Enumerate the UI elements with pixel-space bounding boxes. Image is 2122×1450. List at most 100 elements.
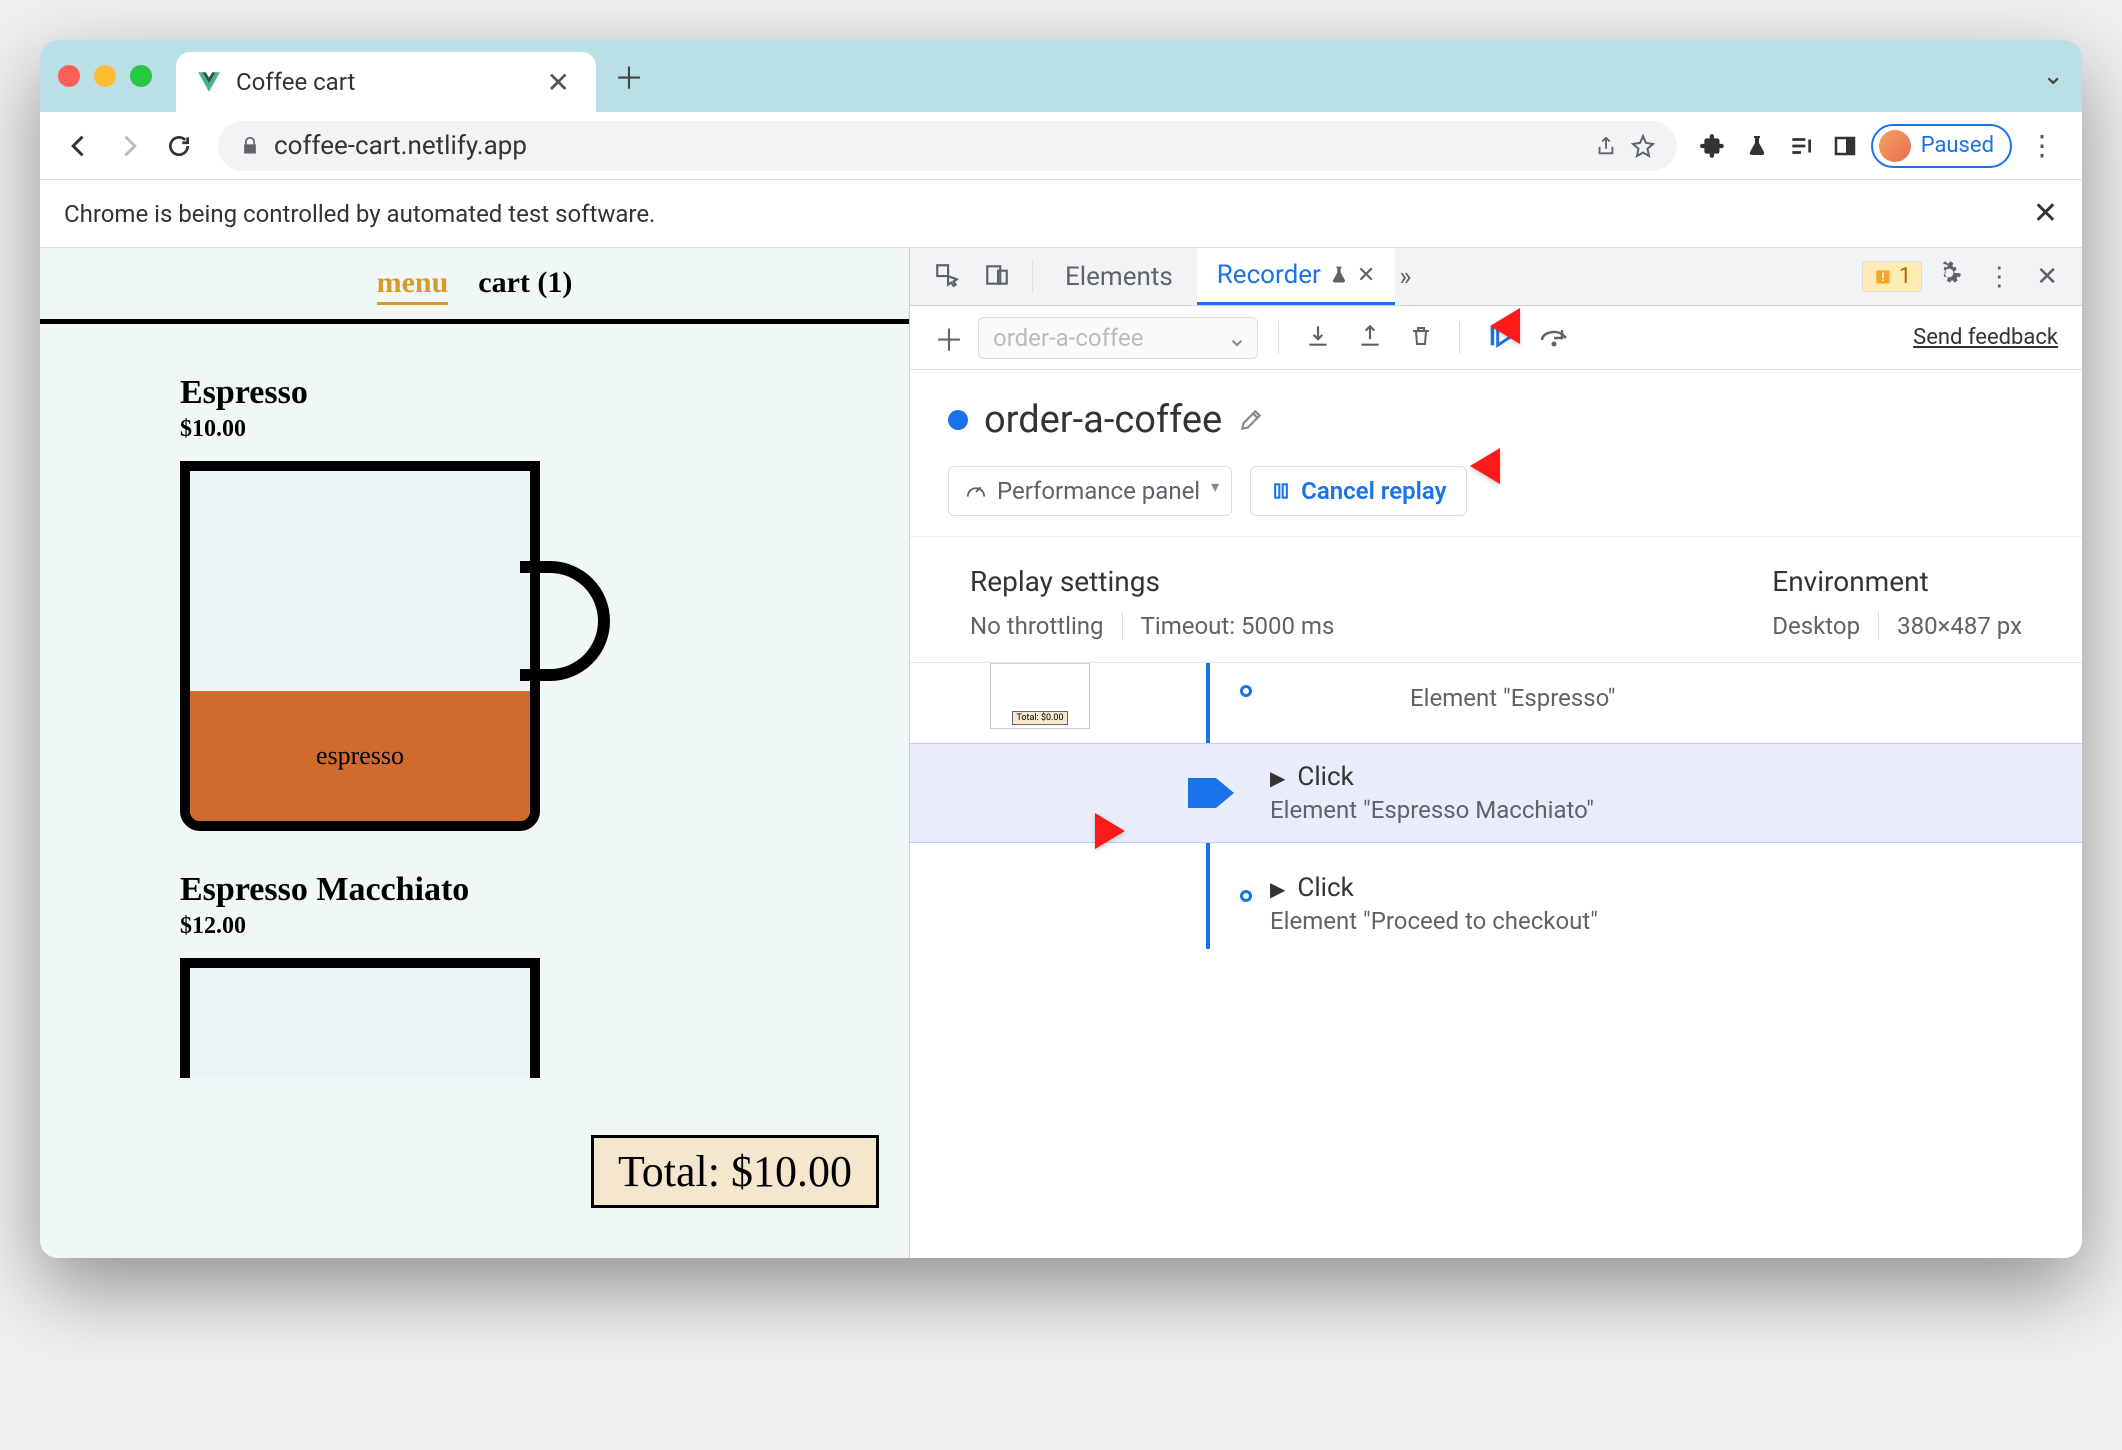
nav-menu[interactable]: menu: [377, 266, 449, 305]
browser-menu-button[interactable]: ⋮: [2020, 129, 2064, 162]
tab-overflow-button[interactable]: ⌄: [2042, 61, 2064, 91]
edit-icon[interactable]: [1238, 407, 1264, 433]
new-tab-button[interactable]: ＋: [614, 54, 644, 98]
infobar-close-icon[interactable]: ✕: [2033, 196, 2058, 231]
step-element: Element "Proceed to checkout": [1270, 907, 1598, 935]
window-minimize-button[interactable]: [94, 65, 116, 87]
step-marker: [1240, 890, 1252, 902]
flask-icon: [1329, 265, 1349, 285]
recording-steps: Total: $0.00 Element "Espresso" ▶ Click E…: [910, 663, 2082, 949]
vue-icon: [196, 69, 222, 95]
step-action: Click: [1297, 873, 1353, 903]
side-panel-icon[interactable]: [1827, 128, 1863, 164]
performance-panel-button[interactable]: Performance panel: [948, 466, 1217, 516]
pause-icon: [1271, 481, 1291, 501]
tab-close-icon[interactable]: ✕: [1357, 263, 1375, 288]
step-marker: [1240, 685, 1252, 697]
tab-recorder[interactable]: Recorder ✕: [1197, 248, 1396, 305]
page-viewport: menu cart (1) Espresso $10.00 espresso E…: [40, 248, 910, 1258]
product-name: Espresso: [180, 374, 909, 412]
recording-header: order-a-coffee Performance panel ▾ Cance…: [910, 370, 2082, 536]
svg-text:!: !: [1881, 270, 1884, 284]
browser-tab[interactable]: Coffee cart ✕: [176, 52, 596, 112]
browser-window: Coffee cart ✕ ＋ ⌄ coffee-cart.netlify.ap…: [40, 40, 2082, 1258]
reading-list-icon[interactable]: [1783, 128, 1819, 164]
import-icon[interactable]: [1351, 323, 1389, 353]
send-feedback-link[interactable]: Send feedback: [1913, 325, 2058, 350]
replay-button[interactable]: [1480, 322, 1520, 354]
lock-icon: [240, 136, 260, 156]
product-price: $12.00: [180, 913, 909, 940]
avatar: [1879, 130, 1911, 162]
coffee-cup-espresso[interactable]: espresso: [180, 461, 600, 841]
coffee-cup-macchiato[interactable]: [180, 958, 600, 1078]
delete-icon[interactable]: [1403, 324, 1439, 352]
expand-icon[interactable]: ▶: [1270, 766, 1285, 790]
expand-icon[interactable]: ▶: [1270, 877, 1285, 901]
forward-button[interactable]: [108, 125, 150, 167]
product-name: Espresso Macchiato: [180, 871, 909, 909]
new-recording-button[interactable]: ＋: [934, 316, 964, 360]
device-value[interactable]: Desktop: [1772, 612, 1860, 640]
share-icon[interactable]: [1595, 135, 1617, 157]
warning-icon: !: [1873, 267, 1893, 287]
recording-title: order-a-coffee: [984, 398, 1222, 442]
automation-infobar: Chrome is being controlled by automated …: [40, 180, 2082, 248]
performance-dropdown[interactable]: ▾: [1199, 466, 1232, 516]
viewport-value[interactable]: 380×487 px: [1878, 612, 2022, 640]
url-text: coffee-cart.netlify.app: [274, 131, 1581, 161]
tab-elements[interactable]: Elements: [1045, 248, 1193, 305]
traffic-lights: [58, 65, 152, 87]
gear-icon[interactable]: [1926, 260, 1972, 293]
step-thumbnail: Total: $0.00: [990, 663, 1090, 729]
recording-settings: Replay settings No throttling Timeout: 5…: [910, 536, 2082, 663]
environment-heading: Environment: [1772, 565, 2022, 598]
omnibox[interactable]: coffee-cart.netlify.app: [218, 121, 1677, 171]
extensions-icon[interactable]: [1695, 128, 1731, 164]
export-icon[interactable]: [1299, 323, 1337, 353]
device-toolbar-icon[interactable]: [974, 262, 1020, 292]
devtools-menu-icon[interactable]: ⋮: [1976, 262, 2022, 292]
inspect-element-icon[interactable]: [924, 262, 970, 292]
recording-status-dot: [948, 410, 968, 430]
bookmark-star-icon[interactable]: [1631, 134, 1655, 158]
profile-status: Paused: [1921, 133, 1994, 158]
total-badge[interactable]: Total: $10.00: [591, 1135, 879, 1208]
more-tabs-icon[interactable]: »: [1399, 262, 1411, 292]
devtools-tabs: Elements Recorder ✕ » ! 1 ⋮ ✕: [910, 248, 2082, 306]
reload-button[interactable]: [158, 125, 200, 167]
window-close-button[interactable]: [58, 65, 80, 87]
cup-fill-label: espresso: [190, 691, 530, 821]
recorder-toolbar: ＋ order-a-coffee Send feedback: [910, 306, 2082, 370]
tab-title: Coffee cart: [236, 68, 527, 96]
window-maximize-button[interactable]: [130, 65, 152, 87]
throttling-value[interactable]: No throttling: [970, 612, 1104, 640]
step-over-icon[interactable]: [1534, 323, 1576, 353]
content-split: menu cart (1) Espresso $10.00 espresso E…: [40, 248, 2082, 1258]
step-action: Click: [1297, 762, 1353, 792]
replay-settings-heading: Replay settings: [970, 565, 1334, 598]
issues-badge[interactable]: ! 1: [1862, 261, 1922, 292]
timeout-value[interactable]: Timeout: 5000 ms: [1122, 612, 1335, 640]
step-row[interactable]: Total: $0.00 Element "Espresso": [950, 663, 2082, 743]
back-button[interactable]: [58, 125, 100, 167]
recording-selector[interactable]: order-a-coffee: [978, 317, 1258, 359]
profile-button[interactable]: Paused: [1871, 124, 2012, 168]
product-price: $10.00: [180, 416, 909, 443]
tab-close-icon[interactable]: ✕: [541, 66, 576, 99]
gauge-icon: [965, 480, 987, 502]
step-element: Element "Espresso Macchiato": [1270, 796, 1594, 824]
titlebar: Coffee cart ✕ ＋ ⌄: [40, 40, 2082, 112]
step-row-active[interactable]: ▶ Click Element "Espresso Macchiato": [910, 743, 2082, 843]
devtools-close-icon[interactable]: ✕: [2026, 262, 2068, 292]
site-nav: menu cart (1): [40, 248, 909, 324]
product-espresso: Espresso $10.00 espresso: [40, 324, 909, 841]
cancel-replay-button[interactable]: Cancel replay: [1250, 466, 1467, 516]
step-element: Element "Espresso": [1410, 684, 1615, 712]
flask-icon[interactable]: [1739, 128, 1775, 164]
product-macchiato: Espresso Macchiato $12.00: [40, 841, 909, 1078]
nav-cart[interactable]: cart (1): [478, 266, 572, 305]
step-row[interactable]: ▶ Click Element "Proceed to checkout": [950, 843, 2082, 949]
infobar-message: Chrome is being controlled by automated …: [64, 200, 655, 228]
devtools-panel: Elements Recorder ✕ » ! 1 ⋮ ✕ ＋: [910, 248, 2082, 1258]
